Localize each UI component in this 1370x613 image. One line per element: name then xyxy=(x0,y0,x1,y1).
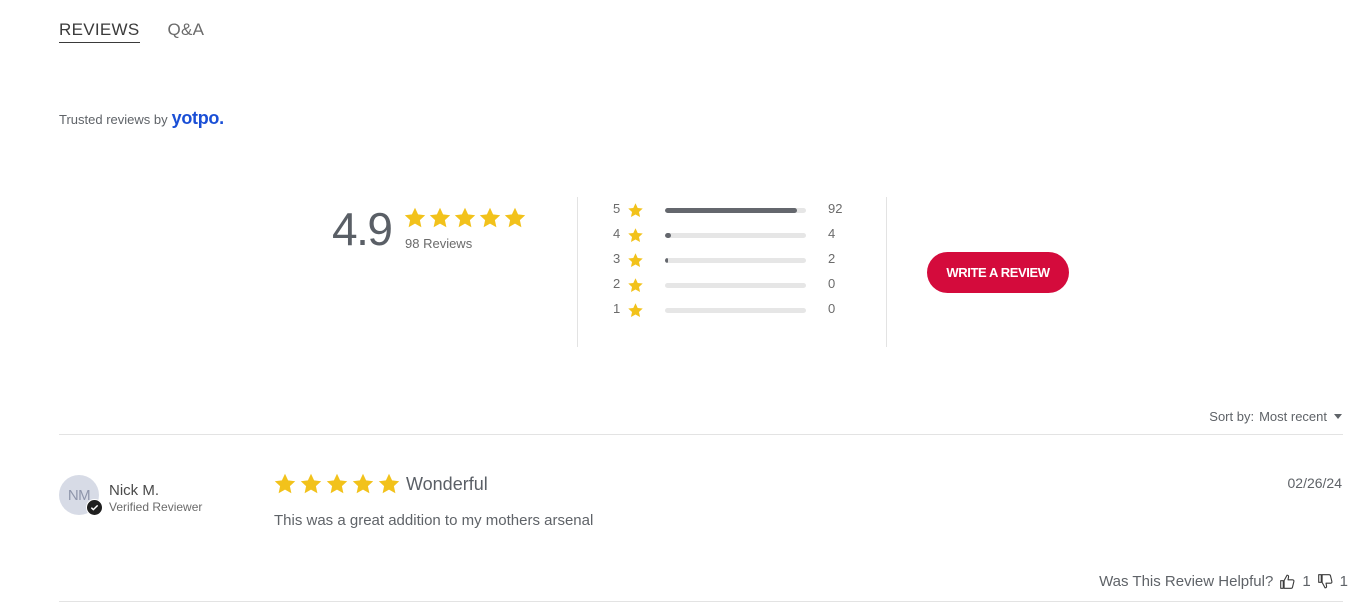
star-icon xyxy=(404,207,426,228)
distribution-row-2[interactable]: 2 0 xyxy=(613,275,853,295)
trusted-prefix: Trusted reviews by xyxy=(59,112,168,127)
average-stars xyxy=(403,206,527,230)
divider xyxy=(59,434,1343,435)
distribution-bar-fill xyxy=(665,258,668,263)
star-icon xyxy=(479,207,501,228)
helpful-up-count: 1 xyxy=(1302,573,1311,590)
star-icon xyxy=(628,228,643,243)
distribution-stars-label: 5 xyxy=(613,201,621,216)
distribution-row-5[interactable]: 5 92 xyxy=(613,200,853,220)
star-icon xyxy=(274,473,296,494)
divider xyxy=(59,601,1343,602)
distribution-bar xyxy=(665,208,806,213)
reviewer-name: Nick M. xyxy=(109,482,159,499)
star-icon xyxy=(326,473,348,494)
distribution-row-3[interactable]: 3 2 xyxy=(613,250,853,270)
distribution-bar-fill xyxy=(665,208,798,213)
star-icon xyxy=(628,278,643,293)
distribution-count: 0 xyxy=(828,301,836,316)
review-body: This was a great addition to my mothers … xyxy=(274,512,594,529)
distribution-count: 4 xyxy=(828,226,836,241)
sort-value: Most recent xyxy=(1259,409,1327,424)
yotpo-logo[interactable]: yotpo. xyxy=(172,108,225,129)
tab-reviews[interactable]: REVIEWS xyxy=(59,20,140,43)
sort-dropdown[interactable]: Sort by: Most recent xyxy=(1209,409,1342,424)
thumbs-up-icon[interactable] xyxy=(1279,573,1296,590)
distribution-stars-label: 2 xyxy=(613,276,621,291)
review-title: Wonderful xyxy=(406,474,488,494)
review-count: 98 Reviews xyxy=(405,236,473,251)
star-icon xyxy=(429,207,451,228)
distribution-count: 2 xyxy=(828,251,836,266)
star-icon xyxy=(454,207,476,228)
helpful-section: Was This Review Helpful? 1 1 xyxy=(1099,573,1348,590)
star-icon xyxy=(352,473,374,494)
star-icon xyxy=(628,253,643,268)
average-score: 4.9 xyxy=(332,203,393,255)
distribution-bar xyxy=(665,233,806,238)
distribution-bar xyxy=(665,258,806,263)
review-date: 02/26/24 xyxy=(1287,475,1343,491)
verified-reviewer-label: Verified Reviewer xyxy=(109,500,203,514)
distribution-stars-label: 1 xyxy=(613,301,621,316)
star-icon xyxy=(300,473,322,494)
chevron-down-icon xyxy=(1334,414,1342,419)
distribution-row-1[interactable]: 1 0 xyxy=(613,300,853,320)
write-review-button[interactable]: WRITE A REVIEW xyxy=(927,252,1069,293)
star-icon xyxy=(378,473,400,494)
tab-bar: REVIEWS Q&A xyxy=(59,20,204,43)
helpful-label: Was This Review Helpful? xyxy=(1099,573,1274,590)
review-stars xyxy=(273,472,401,496)
distribution-row-4[interactable]: 4 4 xyxy=(613,225,853,245)
verified-check-icon xyxy=(86,499,103,516)
sort-label: Sort by: xyxy=(1209,409,1255,424)
distribution-bar xyxy=(665,283,806,288)
distribution-count: 0 xyxy=(828,276,836,291)
tab-qa[interactable]: Q&A xyxy=(168,20,205,43)
star-icon xyxy=(628,203,643,218)
distribution-stars-label: 4 xyxy=(613,226,621,241)
divider xyxy=(577,197,578,347)
distribution-bar-fill xyxy=(665,233,671,238)
trusted-reviews-line: Trusted reviews by yotpo. xyxy=(59,108,224,129)
star-icon xyxy=(504,207,526,228)
distribution-bar xyxy=(665,308,806,313)
divider xyxy=(886,197,887,347)
distribution-count: 92 xyxy=(828,201,843,216)
star-icon xyxy=(628,303,643,318)
distribution-stars-label: 3 xyxy=(613,251,621,266)
helpful-down-count: 1 xyxy=(1339,573,1348,590)
thumbs-down-icon[interactable] xyxy=(1317,573,1334,590)
